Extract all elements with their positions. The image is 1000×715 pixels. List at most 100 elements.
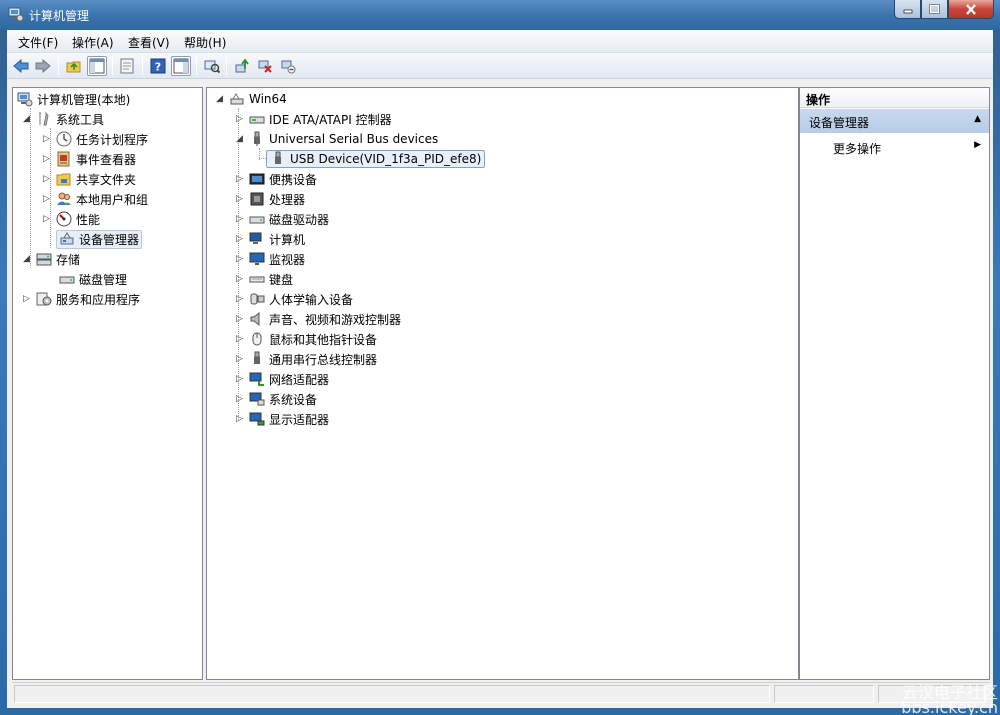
tree-item-event-viewer[interactable]: 事件查看器 [56,149,136,169]
actions-section-label: 设备管理器 [809,116,870,130]
device-category-display-adapters[interactable]: 显示适配器 [249,409,329,429]
maximize-button[interactable] [921,0,948,19]
menu-file[interactable]: 文件(F) [18,34,58,51]
device-category-ide-controller[interactable]: IDE ATA/ATAPI 控制器 [249,109,392,129]
collapsed-arrow-icon[interactable]: ▷ [235,375,244,384]
collapsed-arrow-icon[interactable]: ▷ [42,195,51,204]
status-bar [12,682,990,704]
device-category-usb-devices[interactable]: Universal Serial Bus devices [249,129,438,149]
selected-highlight: USB Device(VID_1f3a_PID_efe8) [266,150,486,168]
collapsed-arrow-icon[interactable]: ▷ [42,175,51,184]
device-tree-root-label: Win64 [249,92,287,106]
collapsed-arrow-icon[interactable]: ▷ [235,115,244,124]
usb-device-label: USB Device(VID_1f3a_PID_efe8) [290,152,482,166]
uninstall-device-button[interactable] [255,56,275,76]
expanded-arrow-icon[interactable]: ◢ [22,255,31,264]
toolbar-separator [112,57,113,75]
tree-item-device-manager[interactable]: 设备管理器 [56,229,143,249]
back-arrow-icon [13,58,29,74]
show-hide-console-tree-button[interactable] [87,56,107,76]
computer-management-window: 计算机管理 文件(F) 操作(A) 查看(V) 帮助(H) ? 计算机管理(本地… [0,0,1000,715]
services-icon [36,291,52,307]
minimize-button[interactable] [894,0,921,19]
tree-item-disk-management[interactable]: 磁盘管理 [59,269,127,289]
collapsed-arrow-icon[interactable]: ▷ [235,195,244,204]
toolbar-separator [142,57,143,75]
device-category-hid[interactable]: 人体学输入设备 [249,289,353,309]
more-actions-label: 更多操作 [833,142,882,156]
tree-item-label: 计算机管理(本地) [37,92,131,107]
menu-help[interactable]: 帮助(H) [184,34,226,51]
tree-item-task-scheduler[interactable]: 任务计划程序 [56,129,148,149]
computer-management-icon [17,91,33,107]
usb-devices-icon [249,131,265,147]
close-button[interactable] [948,0,994,19]
tree-item-performance[interactable]: 性能 [56,209,100,229]
actions-section-device-manager[interactable]: 设备管理器 ▲ [800,109,989,133]
collapsed-arrow-icon[interactable]: ▷ [235,255,244,264]
collapsed-arrow-icon[interactable]: ▷ [235,355,244,364]
collapsed-arrow-icon[interactable]: ▷ [235,295,244,304]
update-driver-button[interactable] [232,56,252,76]
shared-folder-icon [56,171,72,187]
collapsed-arrow-icon[interactable]: ▷ [235,175,244,184]
usb-controllers-icon [249,351,265,367]
menu-action[interactable]: 操作(A) [72,34,114,51]
forward-arrow-icon [35,58,51,74]
device-category-computer[interactable]: 计算机 [249,229,305,249]
device-tree-root[interactable]: Win64 [229,89,287,109]
expanded-arrow-icon[interactable]: ◢ [215,95,224,104]
scan-hardware-button[interactable] [202,56,222,76]
up-level-button[interactable] [64,56,84,76]
collapsed-arrow-icon[interactable]: ▷ [42,155,51,164]
usb-device-item[interactable]: USB Device(VID_1f3a_PID_efe8) [266,149,486,169]
device-category-system-devices[interactable]: 系统设备 [249,389,317,409]
collapsed-arrow-icon[interactable]: ▷ [42,215,51,224]
ide-controller-icon [249,111,265,127]
collapsed-arrow-icon[interactable]: ▷ [42,135,51,144]
collapsed-arrow-icon[interactable]: ▷ [235,215,244,224]
device-category-portable-devices[interactable]: 便携设备 [249,169,317,189]
collapsed-arrow-icon[interactable]: ▷ [235,335,244,344]
expanded-arrow-icon[interactable]: ◢ [235,135,244,144]
device-category-mice[interactable]: 鼠标和其他指针设备 [249,329,377,349]
tree-item-computer-management-local[interactable]: 计算机管理(本地) [17,89,130,109]
collapsed-arrow-icon[interactable]: ▷ [235,315,244,324]
device-category-usb-controllers[interactable]: 通用串行总线控制器 [249,349,377,369]
collapsed-arrow-icon[interactable]: ▷ [235,275,244,284]
device-category-keyboards[interactable]: 键盘 [249,269,293,289]
back-button[interactable] [11,56,31,76]
tree-item-services-apps[interactable]: 服务和应用程序 [36,289,140,309]
show-action-pane-button[interactable] [171,56,191,76]
tree-item-shared-folders[interactable]: 共享文件夹 [56,169,136,189]
device-tree-pane[interactable]: ◢ Win64 ▷ IDE ATA/ATAPI 控制器 ◢ Universal Ser… [206,87,799,680]
console-tree-pane[interactable]: 计算机管理(本地) ◢ 系统工具 ▷ 任务计划程序 ▷ 事件查看器 ▷ 共享文件… [12,87,203,680]
processors-icon [249,191,265,207]
collapsed-arrow-icon[interactable]: ▷ [22,295,31,304]
tree-item-storage[interactable]: 存储 [36,249,80,269]
tools-icon [36,111,52,127]
device-category-disk-drives[interactable]: 磁盘驱动器 [249,209,329,229]
properties-button[interactable] [117,56,137,76]
expanded-arrow-icon[interactable]: ◢ [22,115,31,124]
device-category-label: 人体学输入设备 [269,292,354,307]
menu-view[interactable]: 查看(V) [128,34,170,51]
title-bar[interactable]: 计算机管理 [0,0,1000,30]
help-button[interactable]: ? [148,56,168,76]
more-actions-item[interactable]: 更多操作 [833,140,881,157]
collapse-up-icon[interactable]: ▲ [974,114,981,124]
device-category-label: 处理器 [269,192,306,207]
disable-device-button[interactable] [278,56,298,76]
disk-icon [59,271,75,287]
collapsed-arrow-icon[interactable]: ▷ [235,415,244,424]
tree-guide-line [50,128,51,248]
device-category-network-adapters[interactable]: 网络适配器 [249,369,329,389]
device-category-sound-video-game[interactable]: 声音、视频和游戏控制器 [249,309,401,329]
device-category-monitors[interactable]: 监视器 [249,249,305,269]
tree-item-system-tools[interactable]: 系统工具 [36,109,104,129]
device-category-processors[interactable]: 处理器 [249,189,305,209]
collapsed-arrow-icon[interactable]: ▷ [235,395,244,404]
tree-item-local-users-groups[interactable]: 本地用户和组 [56,189,148,209]
forward-button[interactable] [33,56,53,76]
collapsed-arrow-icon[interactable]: ▷ [235,235,244,244]
